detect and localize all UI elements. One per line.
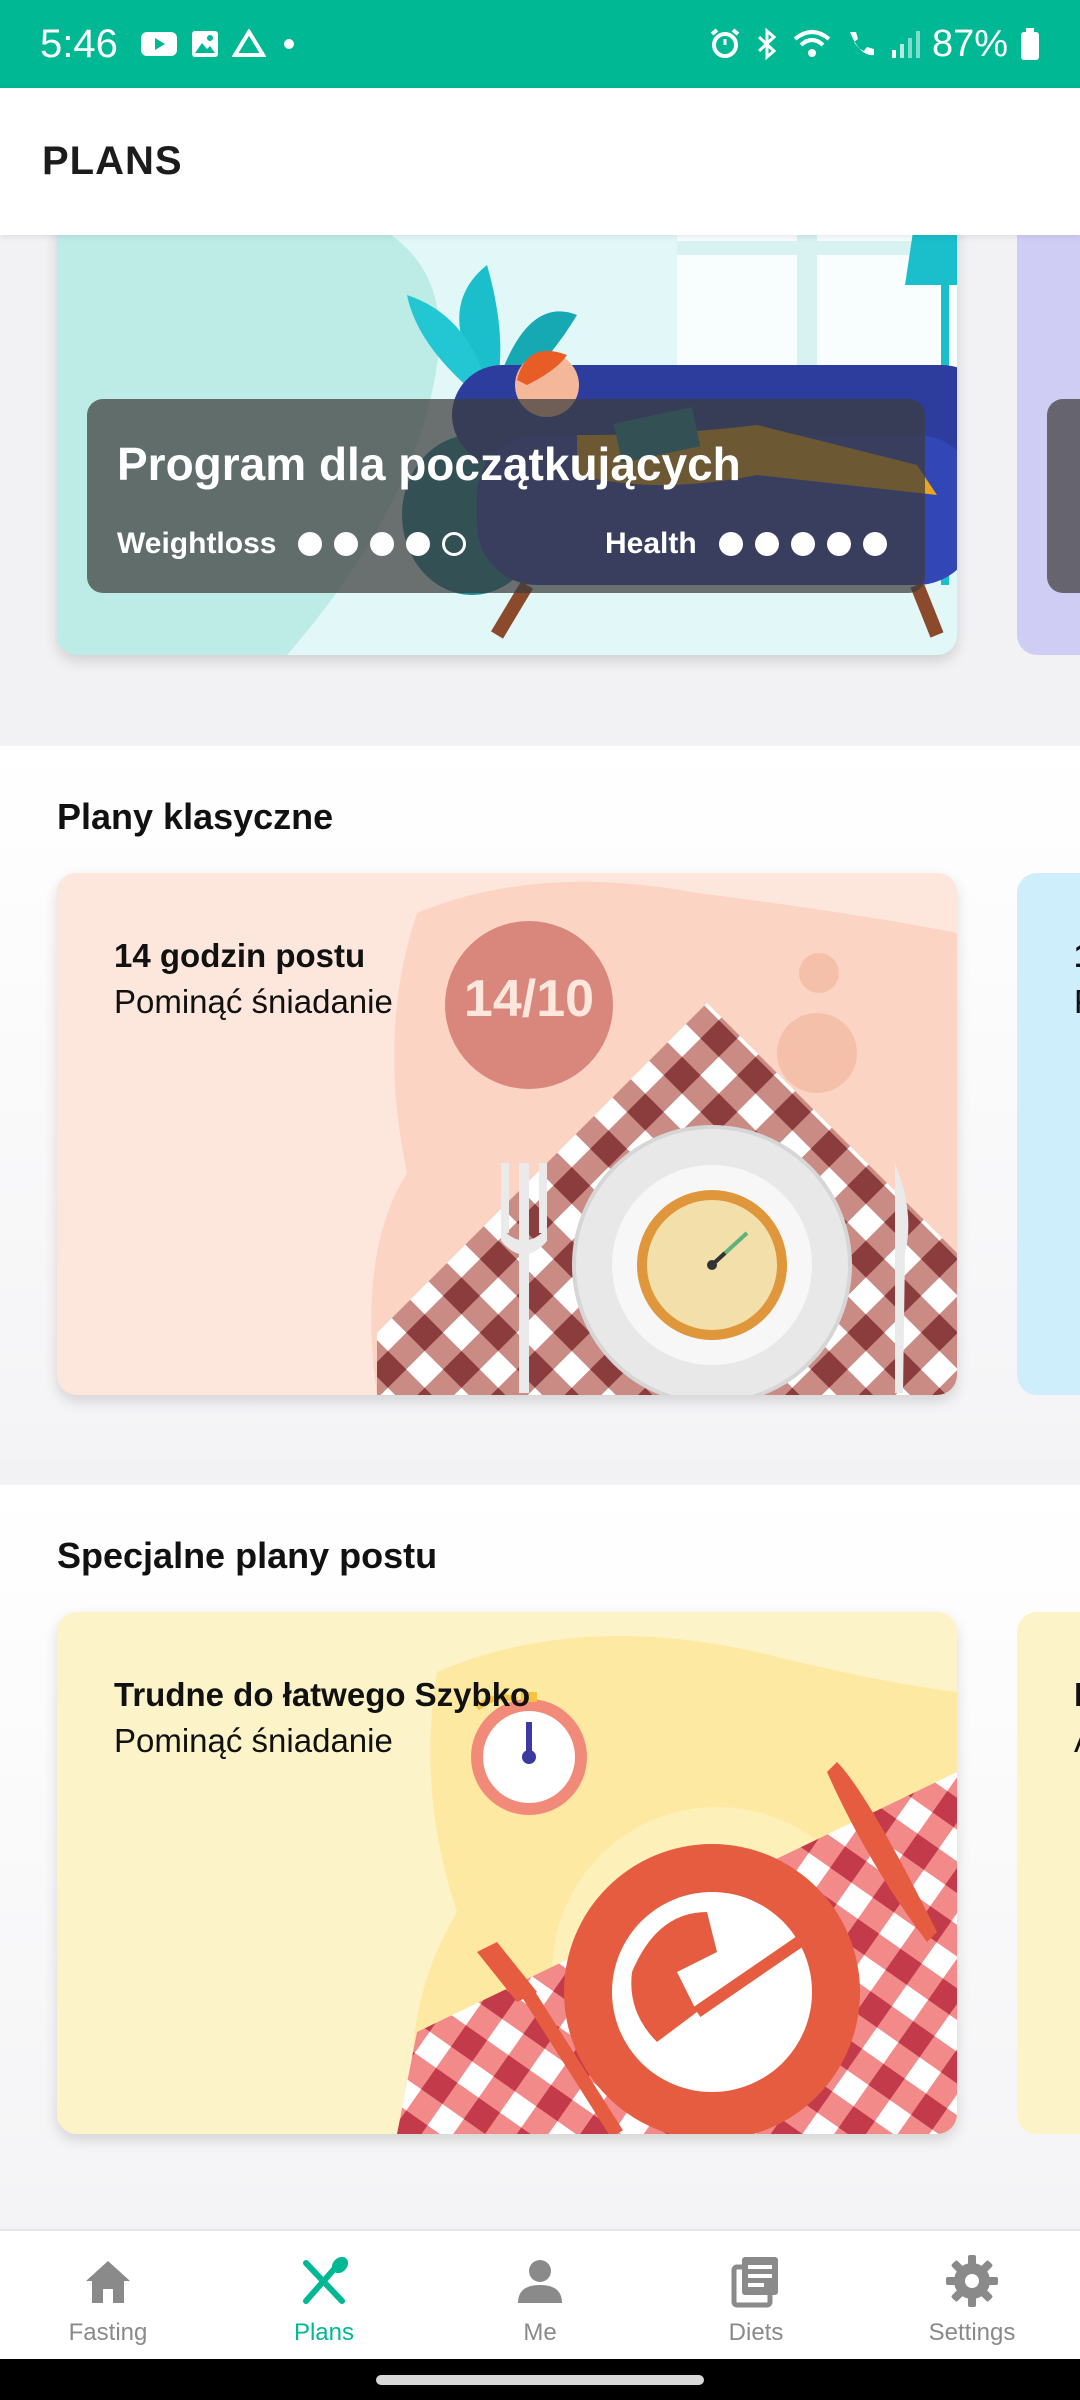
- rating-dot-filled: [334, 532, 359, 556]
- plan-card-next[interactable]: 1 P: [1017, 873, 1080, 1395]
- rating-dot-filled: [790, 532, 815, 556]
- alarm-icon: [710, 28, 740, 58]
- person-icon: [510, 2251, 570, 2311]
- tag-weightloss: Weightloss: [117, 527, 467, 561]
- plan-card-14-10[interactable]: 14 godzin postu Pominąć śniadanie 14/10: [57, 873, 957, 1395]
- home-icon: [78, 2251, 138, 2311]
- plan-title: 14 godzin postu: [114, 937, 366, 974]
- notification-dot: [283, 39, 294, 49]
- fork-spoon-icon: [294, 2251, 354, 2311]
- nav-label: Plans: [293, 2319, 355, 2346]
- plan-subtitle: Pominąć śniadanie: [114, 1722, 393, 1759]
- rating-dot-filled: [406, 532, 431, 556]
- app-header: PLANS: [0, 88, 1080, 235]
- signal-icon: [891, 31, 920, 58]
- tag-health: Health: [605, 527, 887, 561]
- rating-dot-filled: [370, 532, 395, 556]
- peek-subtitle: P: [1074, 983, 1080, 1021]
- plans-scroll[interactable]: Program dla początkujących Weightloss He…: [0, 235, 1080, 2229]
- tag-label: Health: [605, 527, 697, 560]
- status-bar: 5:46 87%: [0, 0, 1080, 88]
- nav-diets[interactable]: Diets: [648, 2231, 864, 2359]
- nav-label: Me: [523, 2319, 557, 2346]
- nav-plans[interactable]: Plans: [216, 2231, 432, 2359]
- nav-label: Fasting: [68, 2319, 148, 2346]
- section-title: Plany klasyczne: [57, 796, 334, 837]
- system-gesture-bar: [0, 2359, 1080, 2400]
- wifi-icon: [793, 30, 831, 57]
- gallery-icon: [191, 31, 218, 57]
- page-title: PLANS: [42, 139, 183, 183]
- plan-subtitle: Pominąć śniadanie: [114, 983, 393, 1020]
- nav-fasting[interactable]: Fasting: [0, 2231, 216, 2359]
- youtube-icon: [140, 32, 177, 56]
- bottom-nav: Fasting Plans Me Diets Settings: [0, 2229, 1080, 2359]
- rating-dot-empty: [442, 532, 467, 556]
- program-info-overlay: Program dla początkujących Weightloss He…: [87, 399, 925, 593]
- battery-icon: [1021, 28, 1039, 60]
- bluetooth-icon: [757, 27, 777, 61]
- program-carousel[interactable]: Program dla początkujących Weightloss He…: [0, 235, 1080, 745]
- status-time: 5:46: [40, 21, 118, 66]
- articles-icon: [726, 2251, 786, 2311]
- tag-label: Weightloss: [117, 527, 277, 560]
- program-card-next[interactable]: [1017, 235, 1080, 655]
- nav-me[interactable]: Me: [432, 2231, 648, 2359]
- nav-settings[interactable]: Settings: [864, 2231, 1080, 2359]
- special-plan-card-next[interactable]: I A: [1017, 1612, 1080, 2134]
- classic-plans-section: Plany klasyczne 14 godzin postu Pominąć …: [0, 746, 1080, 1461]
- peek-title: 1: [1074, 937, 1080, 975]
- plan-badge: 14/10: [463, 970, 595, 1028]
- special-plans-section: Specjalne plany postu Trudne do łatwego …: [0, 1485, 1080, 2227]
- rating-dot-filled: [298, 532, 323, 556]
- program-title: Program dla początkujących: [117, 438, 741, 490]
- plan-title: Trudne do łatwego Szybko: [114, 1676, 531, 1713]
- rating-dots: [298, 532, 467, 556]
- rating-dot-filled: [826, 532, 851, 556]
- plan-card-hard-to-easy[interactable]: Trudne do łatwego Szybko Pominąć śniadan…: [57, 1612, 957, 2134]
- drive-icon: [231, 29, 266, 57]
- rating-dot-filled: [754, 532, 779, 556]
- battery-percent: 87%: [931, 22, 1008, 65]
- peek-subtitle: A: [1074, 1722, 1080, 1760]
- call-icon: [849, 32, 874, 56]
- nav-label: Diets: [728, 2319, 784, 2346]
- program-card[interactable]: Program dla początkujących Weightloss He…: [57, 235, 957, 655]
- section-title: Specjalne plany postu: [57, 1535, 438, 1576]
- gear-icon: [942, 2251, 1002, 2311]
- rating-dots: [718, 532, 887, 556]
- home-gesture-handle[interactable]: [376, 2375, 704, 2385]
- peek-title: I: [1074, 1676, 1080, 1713]
- nav-label: Settings: [928, 2319, 1016, 2346]
- rating-dot-filled: [718, 532, 743, 556]
- rating-dot-filled: [862, 532, 887, 556]
